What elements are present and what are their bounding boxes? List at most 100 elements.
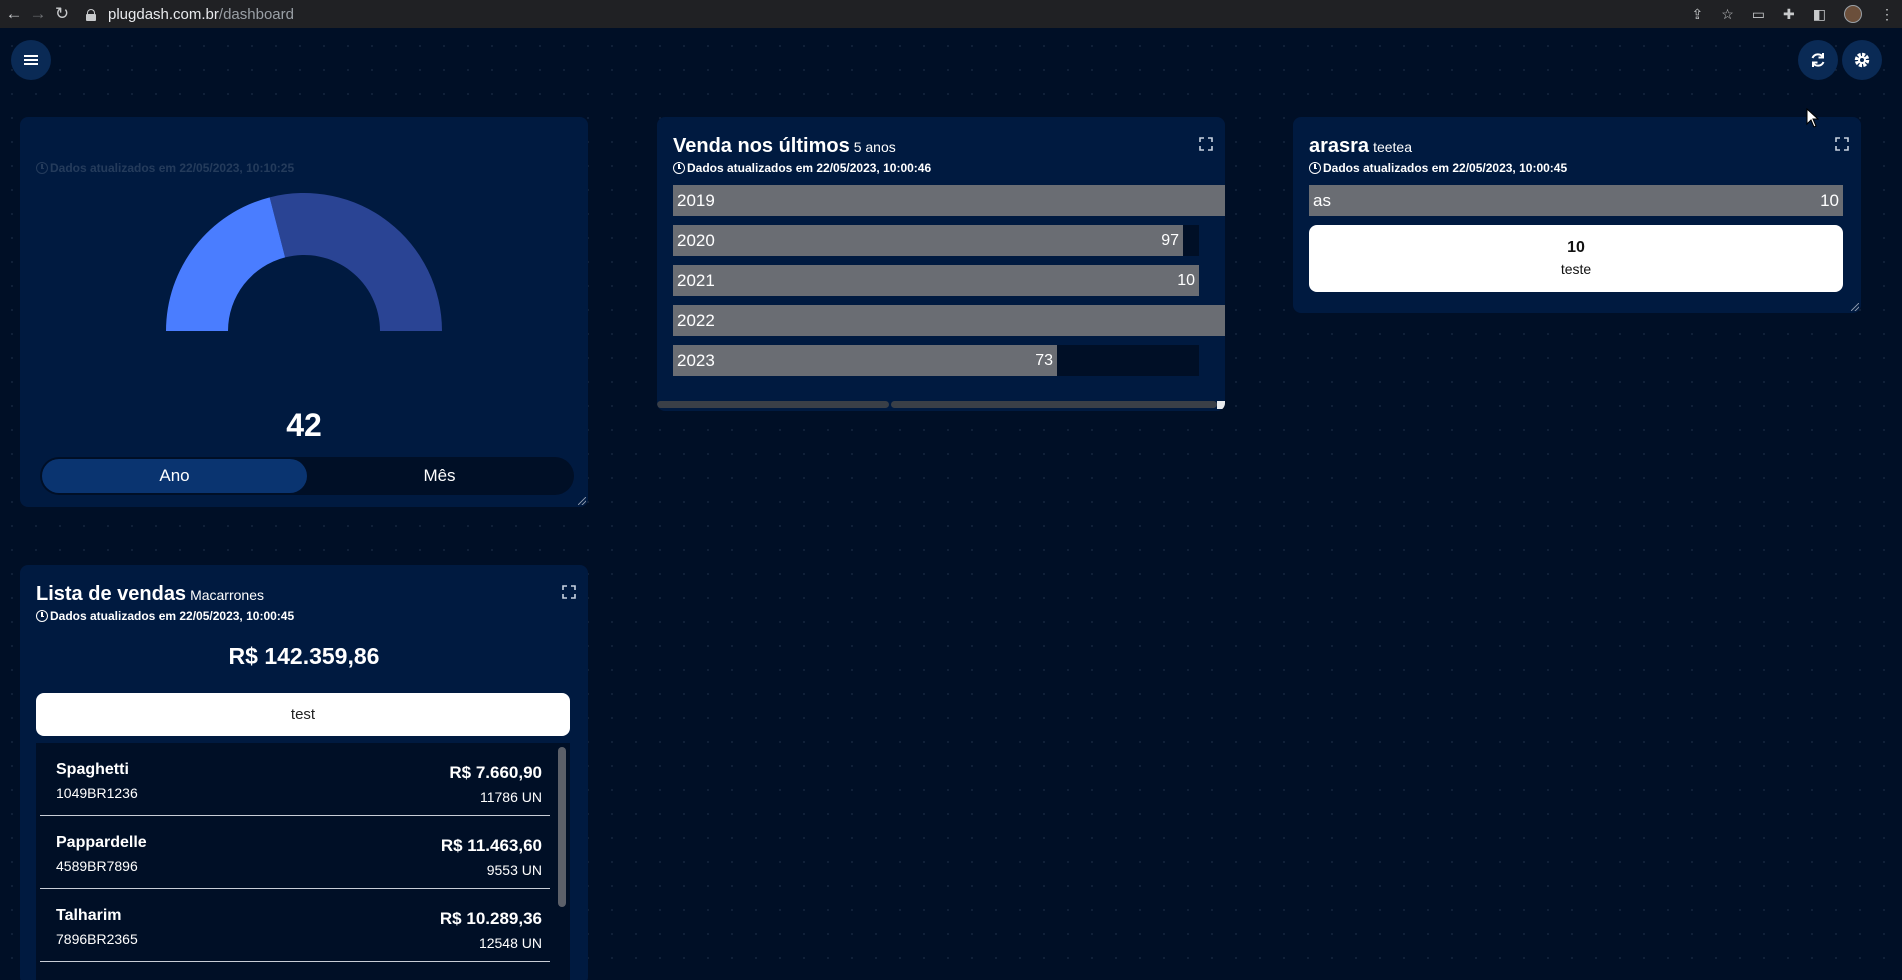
bar-chart-card: Venda nos últimos 5 anos Dados atualizado…	[657, 117, 1225, 411]
item-price: R$ 10.289,36	[439, 909, 542, 928]
item-name: Talharim	[56, 907, 122, 924]
address-bar[interactable]: plugdash.com.br/dashboard	[86, 3, 294, 25]
item-name: Pappardelle	[56, 834, 147, 851]
bar-2021[interactable]: 2021 10	[673, 265, 1199, 296]
expand-icon[interactable]	[1199, 137, 1213, 151]
back-icon[interactable]: ←	[4, 4, 24, 24]
tag-bar-value: 10	[1820, 190, 1839, 210]
forward-icon[interactable]: →	[28, 4, 48, 24]
list-item[interactable]: Spaghetti 1049BR1236 R$ 7.660,90 11786 U…	[40, 743, 550, 816]
bar-category-label: 2021	[677, 270, 715, 290]
clock-icon	[673, 162, 685, 174]
clock-icon	[36, 162, 48, 174]
bar-category-label: 2019	[677, 190, 715, 210]
refresh-icon	[1811, 53, 1825, 67]
item-qty: 11786 UN	[479, 789, 542, 805]
bar-category-label: 2023	[677, 350, 715, 370]
bar-value-label: 73	[1035, 352, 1053, 369]
updated-text: Dados atualizados em 22/05/2023, 10:00:4…	[1323, 161, 1568, 175]
updated-text: Dados atualizados em 22/05/2023, 10:00:4…	[687, 161, 932, 175]
stat-label: teste	[1560, 261, 1592, 277]
item-price: R$ 7.660,90	[449, 763, 542, 782]
item-code: 4589BR7896	[56, 858, 138, 874]
tag-bar: as 10	[1309, 185, 1843, 216]
card-subtitle: teetea	[1373, 139, 1412, 155]
gauge-value: 42	[286, 407, 322, 443]
gauge-rest-arc	[269, 193, 442, 331]
browser-toolbar: ← → ↻ plugdash.com.br/dashboard ⇪ ☆ ▭ ✚ …	[0, 0, 1902, 28]
resize-handle[interactable]	[1217, 401, 1225, 409]
resize-handle[interactable]	[578, 497, 586, 505]
settings-button[interactable]	[1842, 40, 1882, 80]
sales-list-card: Lista de vendas Macarrones Dados atualiza…	[20, 565, 588, 980]
item-qty: 12548 UN	[478, 935, 542, 951]
bar-category-label: 2022	[677, 310, 715, 330]
stat-box: 10 teste	[1309, 225, 1843, 292]
bar-2023[interactable]: 2023 73	[673, 345, 1057, 376]
card-subtitle: Macarrones	[190, 587, 264, 603]
item-price: R$ 11.463,60	[440, 836, 542, 855]
menu-button[interactable]	[11, 40, 51, 80]
tag-bar-label: as	[1313, 190, 1331, 210]
period-toggle: Ano Mês	[40, 457, 574, 495]
gauge-filled-arc	[166, 197, 286, 331]
updated-timestamp: Dados atualizados em 22/05/2023, 10:00:4…	[36, 609, 294, 623]
hamburger-icon	[24, 55, 38, 65]
list-item[interactable]: Talharim 7896BR2365 R$ 10.289,36 12548 U…	[40, 889, 550, 962]
updated-text: Dados atualizados em 22/05/2023, 10:00:4…	[50, 609, 295, 623]
share-icon[interactable]: ⇪	[1692, 6, 1704, 23]
card-header: arasra teetea	[1309, 135, 1412, 158]
sales-total: R$ 142.359,86	[228, 643, 380, 669]
toggle-ano[interactable]: Ano	[42, 459, 307, 493]
horizontal-scrollbar-thumb[interactable]	[891, 401, 1217, 408]
item-code: 1049BR1236	[56, 785, 138, 801]
bar-2019[interactable]: 2019	[673, 185, 1225, 216]
card-title: Lista de vendas	[36, 583, 187, 605]
bar-value-label: 10	[1177, 272, 1195, 289]
refresh-button[interactable]	[1798, 40, 1838, 80]
extensions-icon[interactable]: ✚	[1783, 6, 1795, 23]
bar-category-label: 2020	[677, 230, 715, 250]
list-item[interactable]: Pappardelle 4589BR7896 R$ 11.463,60 9553…	[40, 816, 550, 889]
gear-icon	[1854, 52, 1870, 68]
gauge-card: Dados atualizados em 22/05/2023, 10:10:2…	[20, 117, 588, 507]
bar-2022[interactable]: 2022	[673, 305, 1225, 336]
horizontal-scrollbar-left[interactable]	[657, 401, 889, 408]
url-path: /dashboard	[218, 5, 294, 23]
updated-text: Dados atualizados em 22/05/2023, 10:10:2…	[50, 161, 295, 175]
card-subtitle: 5 anos	[853, 139, 896, 155]
sales-list: Spaghetti 1049BR1236 R$ 7.660,90 11786 U…	[36, 743, 570, 980]
star-icon[interactable]: ☆	[1721, 6, 1734, 23]
cast-icon[interactable]: ▭	[1752, 6, 1765, 23]
card-header: Venda nos últimos 5 anos	[673, 135, 896, 158]
card-title: arasra	[1309, 135, 1370, 157]
reload-icon[interactable]: ↻	[52, 4, 72, 24]
bar-value-label: 97	[1161, 232, 1179, 249]
sidepanel-icon[interactable]: ◧	[1813, 6, 1826, 23]
menu-dots-icon[interactable]: ⋮	[1880, 6, 1894, 23]
gauge-chart	[166, 193, 442, 331]
clock-icon	[1309, 162, 1321, 174]
item-name: Spaghetti	[56, 761, 129, 778]
profile-avatar[interactable]	[1844, 5, 1862, 23]
expand-icon[interactable]	[1835, 137, 1849, 151]
card-header: Lista de vendas Macarrones	[36, 583, 264, 606]
lock-icon	[86, 8, 96, 21]
updated-timestamp: Dados atualizados em 22/05/2023, 10:00:4…	[673, 161, 931, 175]
clock-icon	[36, 610, 48, 622]
toggle-mes[interactable]: Mês	[307, 459, 572, 493]
updated-timestamp: Dados atualizados em 22/05/2023, 10:00:4…	[1309, 161, 1567, 175]
updated-timestamp: Dados atualizados em 22/05/2023, 10:10:2…	[36, 161, 294, 175]
tag-card: arasra teetea Dados atualizados em 22/05/…	[1293, 117, 1861, 313]
expand-icon[interactable]	[562, 585, 576, 599]
mouse-cursor-icon	[1806, 108, 1820, 128]
filter-input[interactable]: test	[36, 693, 570, 736]
bar-2020[interactable]: 2020 97	[673, 225, 1183, 256]
card-title: Venda nos últimos	[673, 135, 850, 157]
item-code: 7896BR2365	[56, 931, 138, 947]
resize-handle[interactable]	[1851, 303, 1859, 311]
item-qty: 9553 UN	[486, 862, 542, 878]
url-host: plugdash.com.br	[108, 5, 219, 23]
stat-value: 10	[1567, 239, 1585, 256]
vertical-scrollbar[interactable]	[558, 747, 566, 907]
